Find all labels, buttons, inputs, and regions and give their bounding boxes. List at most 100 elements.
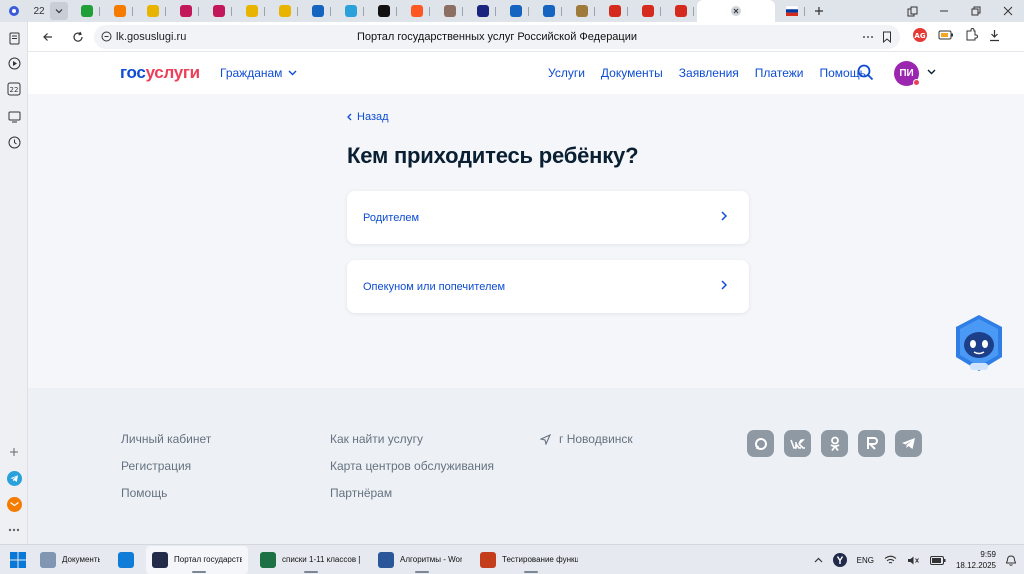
speaker-icon[interactable]: [907, 555, 920, 566]
tab-8[interactable]: [301, 1, 334, 21]
chevron-up-icon[interactable]: [814, 557, 823, 563]
option-guardian[interactable]: Опекуном или попечителем: [347, 260, 749, 313]
back-label: Назад: [357, 111, 389, 123]
reload-button[interactable]: [66, 25, 90, 49]
taskbar-app-1[interactable]: [112, 546, 140, 574]
notifications-icon[interactable]: [1006, 554, 1016, 566]
extensions: AG: [912, 27, 1001, 43]
collections-button[interactable]: [896, 0, 928, 22]
tab-5[interactable]: [202, 1, 235, 21]
adblock-icon[interactable]: AG: [912, 27, 928, 43]
tab-flag[interactable]: [775, 1, 808, 21]
tab-list-dropdown[interactable]: [50, 2, 68, 20]
tab-19[interactable]: [664, 1, 697, 21]
footer-link[interactable]: Как найти услугу: [330, 432, 494, 459]
footer-link[interactable]: Партнёрам: [330, 486, 494, 513]
nav-documents[interactable]: Документы: [601, 66, 663, 80]
tab-11[interactable]: [400, 1, 433, 21]
tab-counter[interactable]: 22: [28, 2, 50, 20]
extensions-icon[interactable]: [964, 28, 978, 42]
language-indicator[interactable]: ENG: [857, 556, 874, 565]
battery-icon[interactable]: [929, 555, 946, 565]
footer-link[interactable]: Регистрация: [121, 459, 211, 486]
tab-14[interactable]: [499, 1, 532, 21]
tab-active[interactable]: [697, 0, 775, 22]
tab-16[interactable]: [565, 1, 598, 21]
back-button[interactable]: [36, 25, 60, 49]
battery-icon[interactable]: [938, 29, 954, 41]
tab-4[interactable]: [169, 1, 202, 21]
chevron-down-icon[interactable]: [927, 69, 936, 75]
calendar-icon: 22: [7, 82, 21, 96]
max-icon[interactable]: [747, 430, 774, 457]
search-icon[interactable]: [857, 64, 874, 81]
gosuslugi-logo[interactable]: госуслуги: [120, 63, 200, 83]
robot-assistant-button[interactable]: [950, 313, 1008, 375]
tab-18[interactable]: [631, 1, 664, 21]
tab-0[interactable]: [0, 1, 28, 21]
footer-link[interactable]: Личный кабинет: [121, 432, 211, 459]
tab-9[interactable]: [334, 1, 367, 21]
tab-13[interactable]: [466, 1, 499, 21]
taskbar-app-4[interactable]: Алгоритмы - Word: [372, 546, 468, 574]
minimize-button[interactable]: [928, 0, 960, 22]
taskbar-app-label: списки 1-11 классов [Ре: [282, 555, 360, 564]
tab-1[interactable]: [70, 1, 103, 21]
back-link[interactable]: Назад: [347, 111, 389, 123]
wifi-icon[interactable]: [884, 555, 897, 565]
sidebar-media[interactable]: [6, 55, 22, 71]
footer-link[interactable]: Карта центров обслуживания: [330, 459, 494, 486]
location-arrow-icon: [540, 433, 551, 445]
download-icon[interactable]: [988, 29, 1001, 42]
more-icon[interactable]: [862, 35, 874, 39]
new-tab-button[interactable]: [808, 1, 830, 21]
rutube-icon[interactable]: [858, 430, 885, 457]
sidebar-calendar[interactable]: 22: [6, 81, 22, 97]
sidebar-more[interactable]: [6, 522, 22, 538]
taskbar-app-2[interactable]: Портал государстве: [146, 545, 248, 574]
tab-2[interactable]: [103, 1, 136, 21]
powerpoint-icon: [480, 551, 496, 568]
audience-dropdown[interactable]: Гражданам: [220, 66, 297, 80]
tab-17[interactable]: [598, 1, 631, 21]
app-icon: [476, 5, 489, 17]
tab-10[interactable]: [367, 1, 400, 21]
ok-icon[interactable]: [821, 430, 848, 457]
chat-icon: [311, 5, 324, 17]
sidebar-bookmarks[interactable]: [6, 30, 22, 46]
nav-applications[interactable]: Заявления: [679, 66, 739, 80]
vk-icon[interactable]: [784, 430, 811, 457]
option-parent[interactable]: Родителем: [347, 191, 749, 244]
avatar[interactable]: ПИ: [894, 61, 920, 86]
tab-6[interactable]: [235, 1, 268, 21]
windows-logo-icon: [10, 551, 26, 568]
sidebar-mail[interactable]: [6, 496, 22, 512]
nav-payments[interactable]: Платежи: [755, 66, 804, 80]
start-button[interactable]: [0, 546, 34, 574]
clock[interactable]: 9:59 18.12.2025: [956, 549, 996, 571]
telegram-icon[interactable]: [895, 430, 922, 457]
yandex-icon[interactable]: [832, 553, 847, 567]
sidebar-screen[interactable]: [6, 108, 22, 124]
taskbar-app-3[interactable]: списки 1-11 классов [Ре: [254, 546, 366, 574]
nav-services[interactable]: Услуги: [548, 66, 585, 80]
restore-button[interactable]: [960, 0, 992, 22]
url-field[interactable]: lk.gosuslugi.ru Портал государственных у…: [94, 25, 900, 49]
sidebar-history[interactable]: [6, 134, 22, 150]
bookmark-icon[interactable]: [882, 31, 892, 43]
robot-max-icon: [956, 315, 1002, 371]
tab-7[interactable]: [268, 1, 301, 21]
tab-12[interactable]: [433, 1, 466, 21]
footer-link[interactable]: Помощь: [121, 486, 211, 513]
close-window-button[interactable]: [992, 0, 1024, 22]
sidebar-telegram[interactable]: [6, 470, 22, 486]
sidebar-add[interactable]: [6, 444, 22, 460]
taskbar-app-0[interactable]: Документы: [34, 546, 106, 574]
folder-icon: [40, 551, 56, 568]
city-selector[interactable]: г Новодвинск: [540, 432, 633, 446]
tab-15[interactable]: [532, 1, 565, 21]
close-icon[interactable]: [731, 6, 741, 16]
tab-3[interactable]: [136, 1, 169, 21]
taskbar-app-5[interactable]: Тестирование функцис: [474, 546, 584, 574]
url-actions: [862, 31, 892, 43]
